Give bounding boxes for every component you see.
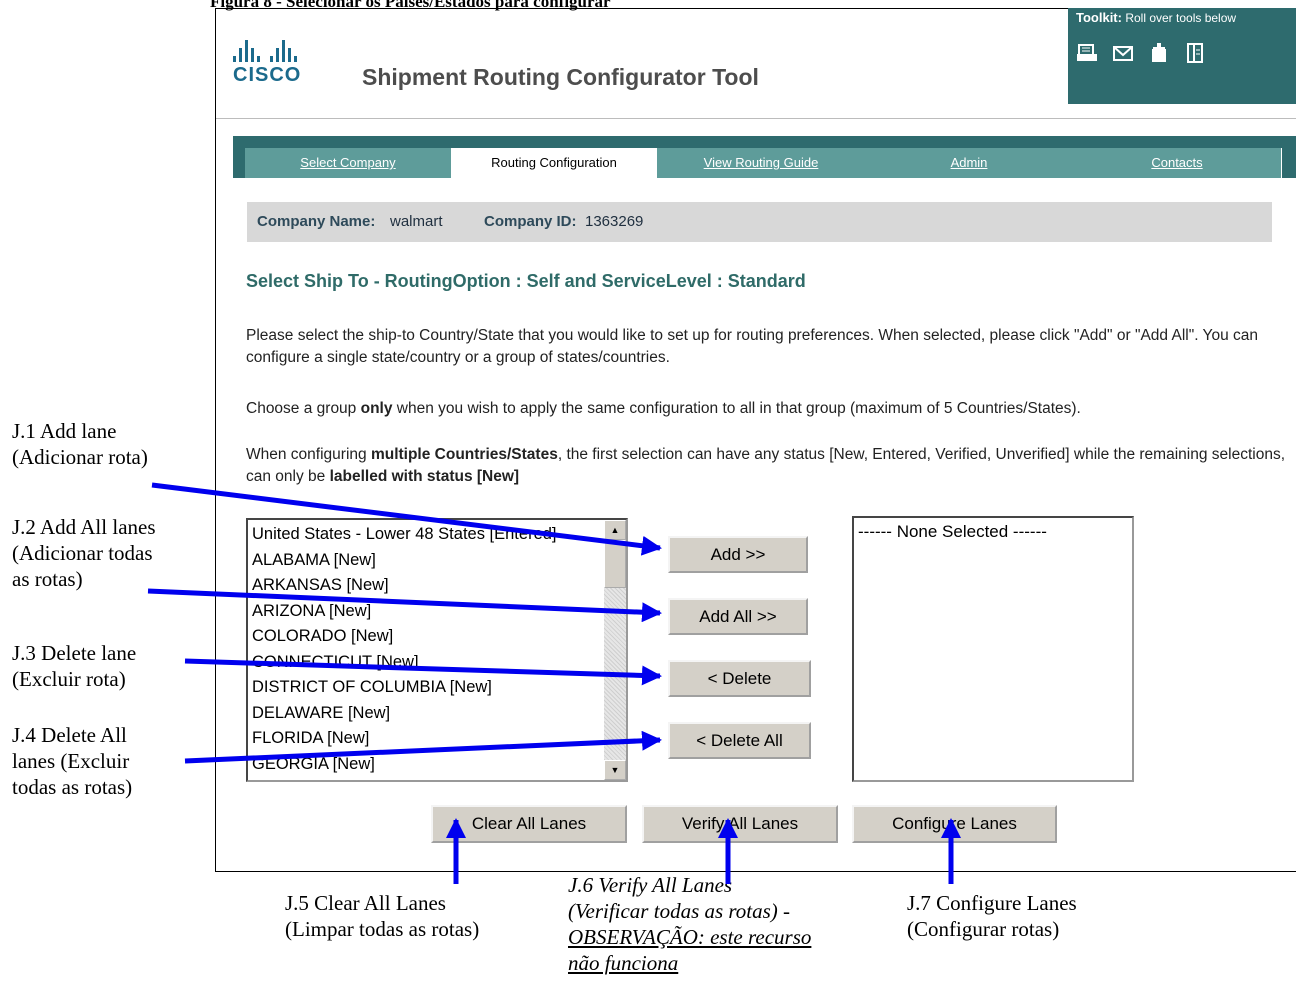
arrow-j1 <box>151 482 662 556</box>
arrow-j3 <box>184 658 662 686</box>
arrow-j2 <box>147 588 662 623</box>
annotation-arrows <box>147 482 961 884</box>
arrow-j4 <box>184 730 662 764</box>
